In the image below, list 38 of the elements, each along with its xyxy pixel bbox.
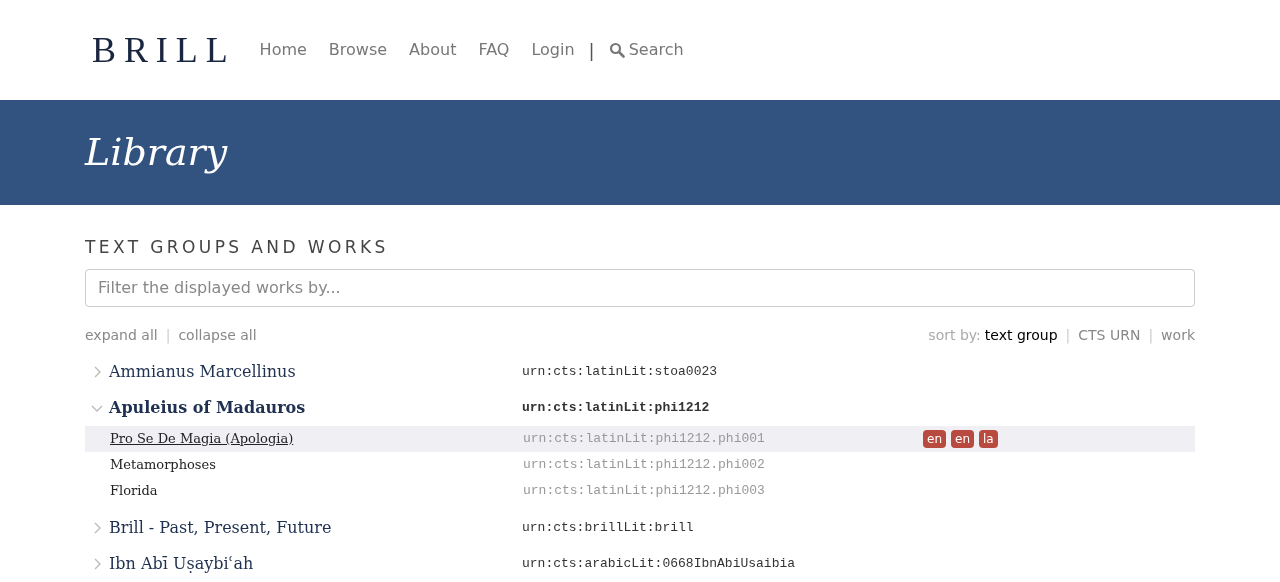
sort-option[interactable]: text group [984,324,1058,346]
section-heading: TEXT GROUPS AND WORKS [85,236,390,259]
work-link[interactable]: Pro Se De Magia (Apologia) [110,428,523,449]
nav-link[interactable]: Home [259,38,307,62]
urn-text: urn:cts:latinLit:phi1212.phi001 [523,429,766,448]
text-group-link[interactable]: Ibn Abī Uṣaybiʿah [109,551,522,576]
urn-text: urn:cts:arabicLit:0668IbnAbiUsaibia [522,554,796,573]
urn-text: urn:cts:latinLit:stoa0023 [522,362,718,381]
tree-control-link[interactable]: collapse all [178,324,257,346]
urn-text: urn:cts:latinLit:phi1212 [522,398,710,417]
separator: | [1065,325,1071,346]
logo[interactable]: BRILL [92,23,236,77]
nav-link[interactable]: About [409,38,457,62]
separator: | [1148,325,1154,346]
filter-field[interactable]: Filter the displayed works by... [85,268,1195,307]
nav-link[interactable]: Browse [328,38,388,62]
text-group-link[interactable]: Apuleius of Madauros [109,395,522,420]
separator: | [165,325,171,346]
text-group-link[interactable]: Ammianus Marcellinus [109,359,522,384]
sort-option[interactable]: work [1161,324,1195,346]
tree-control-link[interactable]: expand all [85,324,158,346]
language-badge[interactable]: en [951,429,974,448]
nav-separator: | [588,38,595,63]
text-group-link[interactable]: Brill - Past, Present, Future [109,515,522,540]
language-badge[interactable]: en [923,429,946,448]
work-link[interactable]: Florida [110,480,523,501]
urn-text: urn:cts:latinLit:phi1212.phi002 [523,455,766,474]
nav-link[interactable]: Login [531,38,575,62]
language-badge[interactable]: la [979,429,998,448]
work-link[interactable]: Metamorphoses [110,454,523,475]
urn-text: urn:cts:latinLit:phi1212.phi003 [523,481,766,500]
sort-label: sort by: [928,325,981,345]
urn-text: urn:cts:brillLit:brill [522,518,694,537]
sort-option[interactable]: CTS URN [1078,324,1141,346]
search-icon [608,42,625,58]
page-title: Library [85,129,228,176]
search-link[interactable]: Search [608,38,684,62]
nav-link[interactable]: FAQ [478,38,510,62]
